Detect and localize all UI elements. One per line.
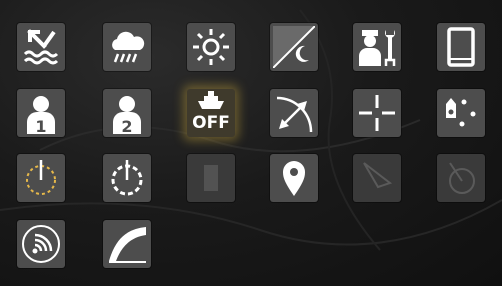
service-technician-icon	[359, 30, 396, 66]
chart-screen: 1 2 OFF	[0, 0, 502, 286]
location-pin-icon	[283, 161, 305, 196]
measure-button[interactable]	[270, 89, 318, 137]
location-pin-button[interactable]	[270, 154, 318, 202]
trail-icon	[363, 162, 393, 189]
range-ring-button[interactable]	[17, 154, 65, 202]
chart-background	[0, 9, 502, 251]
crosshair-button[interactable]	[353, 89, 401, 137]
day-night-button[interactable]	[270, 23, 318, 71]
day-night-icon	[273, 26, 315, 68]
timer-ring-button[interactable]	[103, 154, 151, 202]
user-number: 1	[35, 117, 46, 134]
autopilot-off-label: OFF	[192, 113, 230, 133]
range-ring-icon	[26, 160, 56, 195]
screen-shift-button[interactable]	[17, 23, 65, 71]
trail-button[interactable]	[353, 154, 401, 202]
autopilot-off-button[interactable]: OFF	[187, 89, 235, 137]
user-2-button[interactable]: 2	[103, 89, 151, 137]
disabled-tool-icon	[204, 165, 218, 191]
route-points-button[interactable]	[437, 89, 485, 137]
tablet-icon	[447, 27, 475, 67]
curve-button[interactable]	[103, 220, 151, 268]
weather-button[interactable]	[103, 23, 151, 71]
user-1-button[interactable]: 1	[17, 89, 65, 137]
disabled-tool-button[interactable]	[187, 154, 235, 202]
user-profile-icon: 2	[113, 96, 141, 134]
route-points-icon	[446, 98, 476, 127]
timer-ring-icon	[111, 160, 143, 196]
compass-button[interactable]	[437, 154, 485, 202]
curve-icon	[109, 227, 146, 263]
service-button[interactable]	[353, 23, 401, 71]
weather-rain-icon	[112, 31, 145, 63]
measure-range-icon	[276, 96, 313, 133]
screen-shift-icon	[23, 29, 59, 65]
sonar-button[interactable]	[17, 220, 65, 268]
user-profile-icon: 1	[27, 96, 55, 134]
sonar-icon	[22, 225, 60, 263]
brightness-icon	[193, 29, 229, 65]
compass-icon	[449, 162, 475, 194]
user-number: 2	[121, 117, 132, 134]
crosshair-icon	[359, 95, 395, 131]
tablet-button[interactable]	[437, 23, 485, 71]
brightness-button[interactable]	[187, 23, 235, 71]
